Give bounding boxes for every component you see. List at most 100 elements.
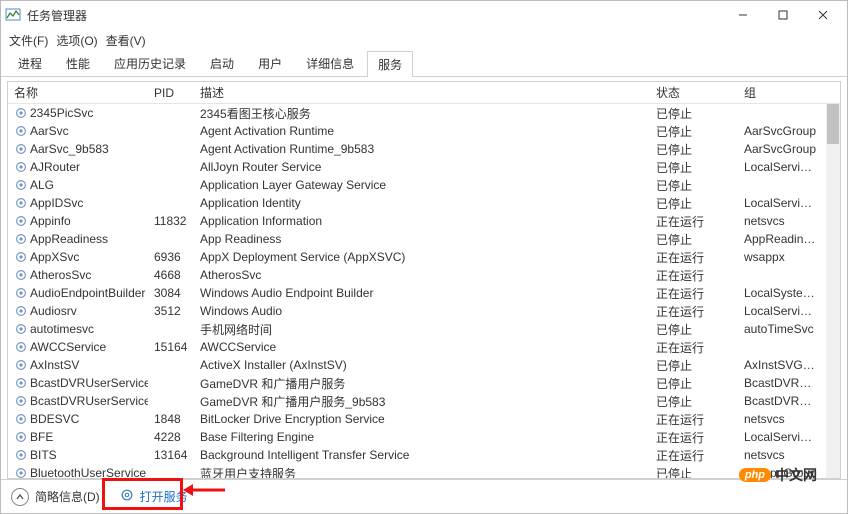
table-row[interactable]: AWCCService15164AWCCService正在运行 (8, 338, 826, 356)
table-row[interactable]: BcastDVRUserService_9b...GameDVR 和广播用户服务… (8, 392, 826, 410)
service-name: BITS (30, 448, 57, 462)
service-icon (14, 196, 28, 210)
service-name: Appinfo (30, 214, 71, 228)
table-row[interactable]: BDESVC1848BitLocker Drive Encryption Ser… (8, 410, 826, 428)
tab-performance[interactable]: 性能 (55, 50, 101, 76)
service-desc: AtherosSvc (194, 266, 650, 284)
tab-startup[interactable]: 启动 (199, 50, 245, 76)
brief-info-link[interactable]: 简略信息(D) (35, 488, 100, 505)
table-row[interactable]: BFE4228Base Filtering Engine正在运行LocalSer… (8, 428, 826, 446)
service-name: AWCCService (30, 340, 106, 354)
service-group: wsappx (738, 248, 824, 266)
service-desc: 2345看图王核心服务 (194, 104, 650, 124)
col-desc[interactable]: 描述 (194, 82, 650, 103)
tab-app-history[interactable]: 应用历史记录 (103, 50, 197, 76)
service-pid: 3512 (148, 302, 194, 320)
service-group (738, 345, 824, 349)
service-name: AppXSvc (30, 250, 79, 264)
table-row[interactable]: Audiosrv3512Windows Audio正在运行LocalServic… (8, 302, 826, 320)
service-pid (148, 327, 194, 331)
service-pid: 3084 (148, 284, 194, 302)
service-name: BFE (30, 430, 53, 444)
maximize-button[interactable] (763, 2, 803, 28)
table-row[interactable]: AarSvcAgent Activation Runtime已停止AarSvcG… (8, 122, 826, 140)
table-row[interactable]: AarSvc_9b583Agent Activation Runtime_9b5… (8, 140, 826, 158)
service-group (738, 273, 824, 277)
service-desc: Agent Activation Runtime (194, 122, 650, 140)
col-group[interactable]: 组 (738, 82, 824, 103)
table-row[interactable]: AppIDSvcApplication Identity已停止LocalServ… (8, 194, 826, 212)
service-group: netsvcs (738, 446, 824, 464)
table-row[interactable]: AppReadinessApp Readiness已停止AppReadiness (8, 230, 826, 248)
menu-view[interactable]: 查看(V) (106, 32, 146, 49)
service-pid: 4668 (148, 266, 194, 284)
minimize-button[interactable] (723, 2, 763, 28)
service-group (738, 111, 824, 115)
service-desc: 手机网络时间 (194, 319, 650, 340)
service-name: autotimesvc (30, 322, 94, 336)
service-group: AarSvcGroup (738, 140, 824, 158)
service-icon (14, 124, 28, 138)
table-row[interactable]: AJRouterAllJoyn Router Service已停止LocalSe… (8, 158, 826, 176)
table-row[interactable]: ALGApplication Layer Gateway Service已停止 (8, 176, 826, 194)
col-status[interactable]: 状态 (650, 82, 738, 103)
service-group: LocalService... (738, 158, 824, 176)
scrollbar-thumb[interactable] (827, 104, 839, 144)
tabs: 进程 性能 应用历史记录 启动 用户 详细信息 服务 (1, 51, 847, 77)
col-pid[interactable]: PID (148, 84, 194, 102)
tab-services[interactable]: 服务 (367, 51, 413, 77)
table-row[interactable]: Appinfo11832Application Information正在运行n… (8, 212, 826, 230)
service-name: AtherosSvc (30, 268, 91, 282)
service-name: AppReadiness (30, 232, 108, 246)
service-icon (14, 268, 28, 282)
service-pid (148, 471, 194, 475)
table-row[interactable]: BluetoothUserService蓝牙用户支持服务已停止BthAppGro… (8, 464, 826, 478)
menu-file[interactable]: 文件(F) (9, 32, 48, 49)
table-row[interactable]: AppXSvc6936AppX Deployment Service (AppX… (8, 248, 826, 266)
service-pid (148, 111, 194, 115)
service-desc: 蓝牙用户支持服务 (194, 463, 650, 479)
service-pid (148, 363, 194, 367)
service-icon (14, 340, 28, 354)
tab-processes[interactable]: 进程 (7, 50, 53, 76)
tab-details[interactable]: 详细信息 (295, 50, 365, 76)
service-icon (14, 106, 28, 120)
service-status: 已停止 (650, 463, 738, 479)
col-name[interactable]: 名称 (8, 82, 148, 103)
table-row[interactable]: BcastDVRUserServiceGameDVR 和广播用户服务已停止Bca… (8, 374, 826, 392)
service-icon (14, 286, 28, 300)
service-pid (148, 381, 194, 385)
titlebar: 任务管理器 (1, 1, 847, 29)
service-group: BcastDVRUs... (738, 374, 824, 392)
service-name: AudioEndpointBuilder (30, 286, 145, 300)
table-row[interactable]: autotimesvc手机网络时间已停止autoTimeSvc (8, 320, 826, 338)
service-icon (14, 250, 28, 264)
table-row[interactable]: AxInstSVActiveX Installer (AxInstSV)已停止A… (8, 356, 826, 374)
table-row[interactable]: 2345PicSvc2345看图王核心服务已停止 (8, 104, 826, 122)
service-pid (148, 165, 194, 169)
service-group: AarSvcGroup (738, 122, 824, 140)
table-row[interactable]: BITS13164Background Intelligent Transfer… (8, 446, 826, 464)
table-header: 名称 PID 描述 状态 组 (8, 82, 840, 104)
service-icon (14, 160, 28, 174)
service-group: LocalSystem... (738, 284, 824, 302)
logo-badge: php (739, 468, 771, 482)
service-pid: 13164 (148, 446, 194, 464)
service-icon (14, 232, 28, 246)
service-pid (148, 201, 194, 205)
service-pid: 11832 (148, 212, 194, 230)
service-name: BDESVC (30, 412, 79, 426)
collapse-button[interactable] (11, 488, 29, 506)
service-pid: 6936 (148, 248, 194, 266)
close-button[interactable] (803, 2, 843, 28)
service-desc: BitLocker Drive Encryption Service (194, 410, 650, 428)
service-name: AarSvc_9b583 (30, 142, 109, 156)
service-pid (148, 129, 194, 133)
scrollbar[interactable] (826, 104, 840, 478)
menu-options[interactable]: 选项(O) (56, 32, 97, 49)
service-desc: Windows Audio Endpoint Builder (194, 284, 650, 302)
tab-users[interactable]: 用户 (247, 50, 293, 76)
table-row[interactable]: AtherosSvc4668AtherosSvc正在运行 (8, 266, 826, 284)
table-row[interactable]: AudioEndpointBuilder3084Windows Audio En… (8, 284, 826, 302)
open-services-link[interactable]: 打开服务 (140, 488, 188, 505)
